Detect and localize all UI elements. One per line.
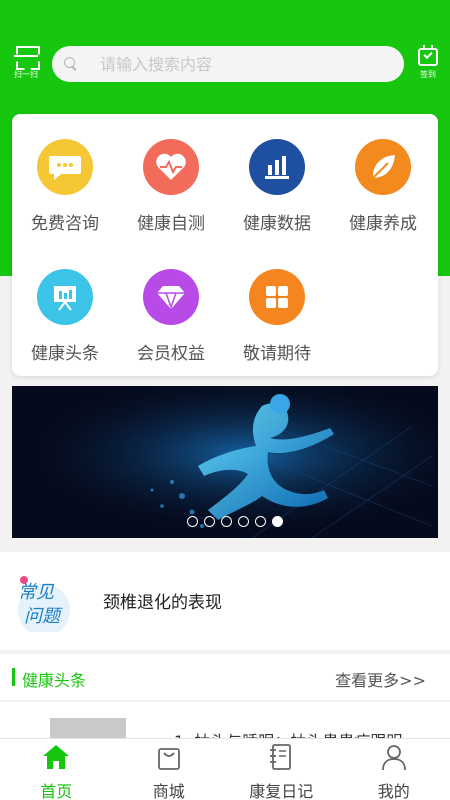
scan-label: 扫一扫 [14,70,38,79]
heart-pulse-icon [143,139,199,195]
bottom-tab-bar: 首页 商城 康复日记 我的 [0,738,450,800]
user-icon [381,745,406,771]
bar-chart-icon [249,139,305,195]
menu-item-label: 免费咨询 [31,214,99,234]
carousel-indicator [187,516,283,527]
news-section-title: 健康头条 [22,671,87,690]
tab-label: 首页 [40,782,73,800]
tab-label: 商城 [152,782,185,800]
menu-item-label: 健康头条 [31,344,99,364]
faq-badge-icon: 常见 问题 [18,576,70,632]
diamond-icon [143,269,199,325]
news-section-header: 健康头条 查看更多>> [0,654,450,700]
menu-item-label: 健康数据 [243,214,311,234]
section-accent-bar [12,668,15,686]
top-bar: 扫一扫 签到 [0,38,450,90]
carousel-dot-active[interactable] [272,516,283,527]
chat-bubble-icon [37,139,93,195]
scan-icon [14,46,38,66]
menu-item-label: 敬请期待 [243,344,311,364]
search-input[interactable] [100,54,360,74]
faq-section[interactable]: 常见 问题 颈椎退化的表现 [0,552,450,650]
carousel-dot[interactable] [255,516,266,527]
menu-item-label: 健康自测 [137,214,205,234]
checkin-label: 签到 [420,70,436,79]
banner-carousel[interactable] [12,386,438,538]
view-more-link[interactable]: 查看更多>> [335,667,426,691]
tab-label: 康复日记 [249,782,314,800]
grid-icon [249,269,305,325]
feature-menu-card: 免费咨询 健康自测 健康数据 健康养成 健康头条 会员权益 敬请期待 [12,114,438,376]
menu-item-health-data[interactable]: 健康数据 [224,139,330,234]
svg-text:问题: 问题 [24,606,63,627]
search-icon [64,57,78,71]
notebook-icon [270,744,292,770]
tab-home[interactable]: 首页 [0,739,113,800]
carousel-dot[interactable] [204,516,215,527]
menu-item-free-consult[interactable]: 免费咨询 [12,139,118,234]
menu-item-label: 健康养成 [349,214,417,234]
menu-item-health-habit[interactable]: 健康养成 [330,139,436,234]
presentation-board-icon [37,269,93,325]
menu-item-health-headlines[interactable]: 健康头条 [12,269,118,364]
menu-item-coming-soon[interactable]: 敬请期待 [224,269,330,364]
scan-button[interactable]: 扫一扫 [10,46,42,80]
search-bar[interactable] [52,46,404,82]
menu-item-member-benefits[interactable]: 会员权益 [118,269,224,364]
shopping-bag-icon [157,748,180,770]
leaf-icon [355,139,411,195]
checkin-button[interactable]: 签到 [412,45,444,80]
tab-rehab-diary[interactable]: 康复日记 [225,739,338,800]
faq-question-title[interactable]: 颈椎退化的表现 [103,588,222,613]
calendar-check-icon [418,45,438,66]
menu-item-health-test[interactable]: 健康自测 [118,139,224,234]
svg-text:常见: 常见 [18,582,55,603]
carousel-dot[interactable] [238,516,249,527]
home-icon [43,745,70,769]
news-list-item[interactable]: 1. 抽头与睡眠：抽头患患病跟明 [0,702,450,742]
tab-label: 我的 [377,782,410,800]
carousel-dot[interactable] [221,516,232,527]
tab-mall[interactable]: 商城 [113,739,226,800]
menu-item-label: 会员权益 [137,344,205,364]
carousel-dot[interactable] [187,516,198,527]
tab-profile[interactable]: 我的 [338,739,450,800]
